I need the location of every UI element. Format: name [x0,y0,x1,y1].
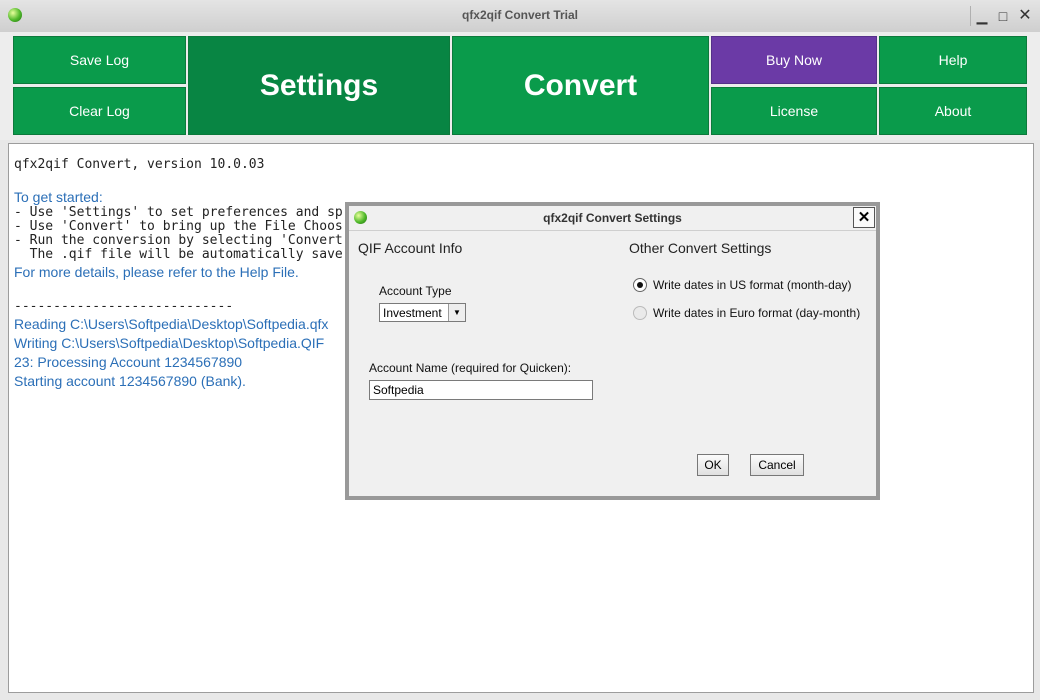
log-reading: Reading C:\Users\Softpedia\Desktop\Softp… [14,316,329,332]
title-bar: qfx2qif Convert Trial ▁ □ ✕ [0,0,1040,33]
log-writing: Writing C:\Users\Softpedia\Desktop\Softp… [14,335,325,351]
account-name-label: Account Name (required for Quicken): [369,361,572,375]
log-step-2: - Use 'Convert' to bring up the File Cho… [14,219,343,234]
euro-date-format-radio[interactable] [633,306,647,320]
log-processing: 23: Processing Account 1234567890 [14,354,243,370]
settings-button[interactable]: Settings [188,36,450,135]
convert-button[interactable]: Convert [452,36,709,135]
settings-dialog: qfx2qif Convert Settings ✕ QIF Account I… [345,202,880,500]
save-log-button[interactable]: Save Log [13,36,186,84]
minimize-button[interactable]: ▁ [970,6,993,26]
about-button[interactable]: About [879,87,1027,135]
help-button[interactable]: Help [879,36,1027,84]
account-type-select[interactable]: Investment ▼ [379,303,466,322]
euro-date-format-label: Write dates in Euro format (day-month) [653,306,861,320]
log-version-line: qfx2qif Convert, version 10.0.03 [14,157,265,172]
account-name-field[interactable]: Softpedia [369,380,593,400]
toolbar: Save Log Clear Log Settings Convert Buy … [0,32,1040,140]
other-settings-heading: Other Convert Settings [629,240,772,256]
close-button[interactable]: ✕ [1014,6,1036,26]
log-separator: ---------------------------- [14,299,234,314]
license-button[interactable]: License [711,87,877,135]
cancel-button[interactable]: Cancel [750,454,804,476]
us-date-format-radio[interactable] [633,278,647,292]
dialog-title-bar: qfx2qif Convert Settings ✕ [349,206,876,231]
us-date-format-label: Write dates in US format (month-day) [653,278,852,292]
log-starting: Starting account 1234567890 (Bank). [14,373,246,389]
maximize-button[interactable]: □ [992,6,1014,26]
chevron-down-icon[interactable]: ▼ [448,304,465,321]
log-step-1: - Use 'Settings' to set preferences and … [14,205,343,220]
account-type-label: Account Type [379,284,452,298]
log-details: For more details, please refer to the He… [14,264,299,280]
ok-button[interactable]: OK [697,454,729,476]
buy-now-button[interactable]: Buy Now [711,36,877,84]
log-step-3: - Run the conversion by selecting 'Conve… [14,233,343,248]
clear-log-button[interactable]: Clear Log [13,87,186,135]
log-step-4: The .qif file will be automatically save [14,247,343,262]
log-get-started: To get started: [14,189,103,205]
dialog-close-button[interactable]: ✕ [853,207,875,228]
window-title: qfx2qif Convert Trial [461,8,579,22]
account-type-value: Investment [383,306,442,320]
qif-account-info-heading: QIF Account Info [358,240,463,256]
dialog-title: qfx2qif Convert Settings [543,211,682,225]
